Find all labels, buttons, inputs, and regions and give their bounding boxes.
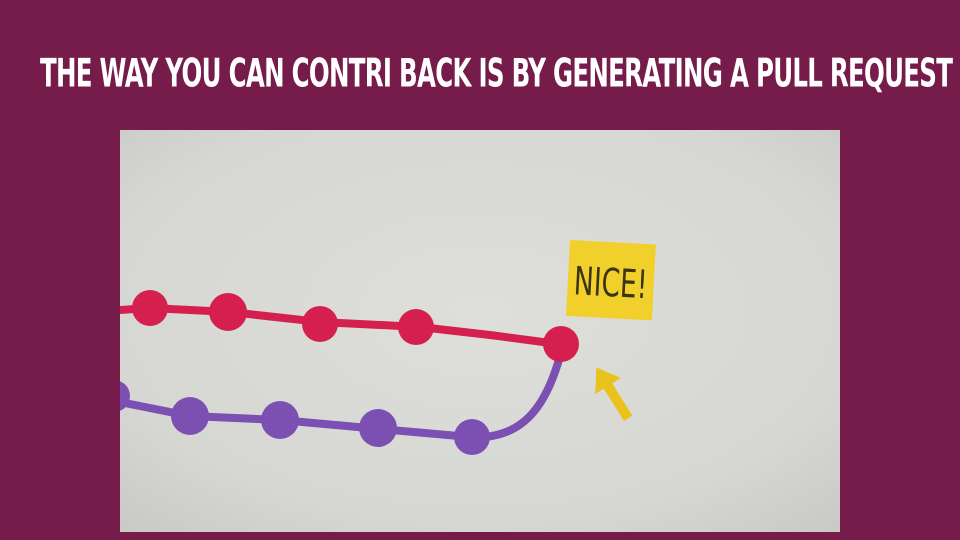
sticky-note-text: NICE! xyxy=(573,258,649,307)
pink-commit-dot xyxy=(302,306,338,342)
purple-commit-dot xyxy=(171,397,209,435)
purple-commit-dot xyxy=(454,419,490,455)
sticky-note: NICE! xyxy=(566,240,656,321)
slide: The way you can contri back is by genera… xyxy=(0,0,960,540)
purple-commit-dot xyxy=(359,409,397,447)
pink-commit-dot xyxy=(209,293,247,331)
slide-title: The way you can contri back is by genera… xyxy=(40,51,953,97)
pink-commit-dot xyxy=(132,290,168,326)
photo-branches: NICE! xyxy=(120,130,840,532)
purple-commit-dot xyxy=(261,401,299,439)
pink-commit-dot xyxy=(398,309,434,345)
branch-diagram-photo: NICE! xyxy=(120,130,840,532)
pink-commit-dot xyxy=(543,326,579,362)
